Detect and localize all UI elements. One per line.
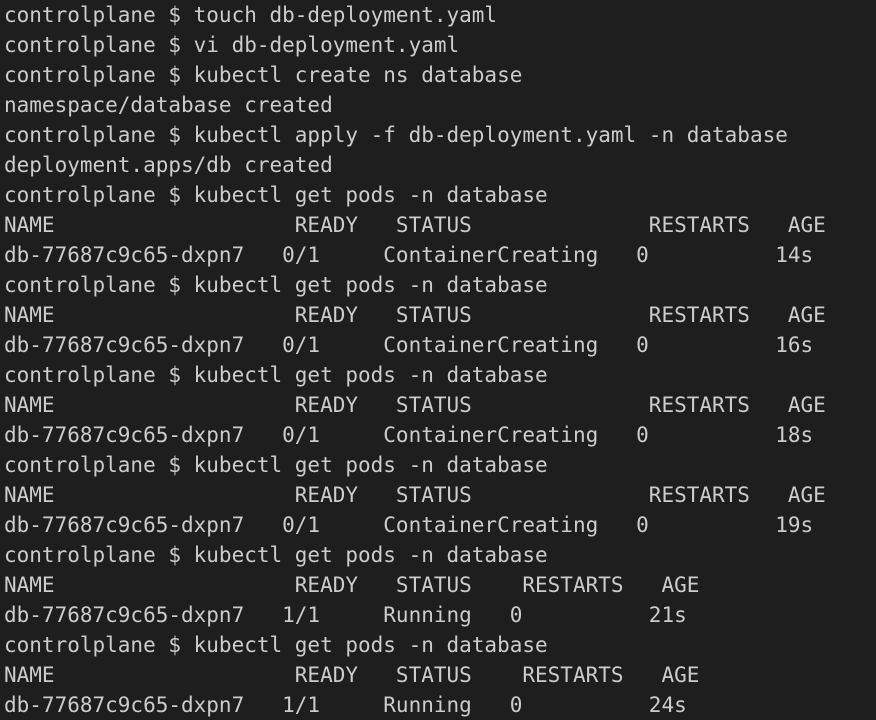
terminal-line-command: controlplane $ kubectl get pods -n datab… — [4, 273, 548, 297]
pods-table-row: db-77687c9c65-dxpn7 1/1 Running 0 21s — [4, 603, 687, 627]
pods-table-header: NAME READY STATUS RESTARTS AGE — [4, 213, 826, 237]
pods-table-header: NAME READY STATUS RESTARTS AGE — [4, 663, 700, 687]
pods-table-header: NAME READY STATUS RESTARTS AGE — [4, 303, 826, 327]
pods-table-row: db-77687c9c65-dxpn7 0/1 ContainerCreatin… — [4, 333, 814, 357]
terminal-line-command: controlplane $ touch db-deployment.yaml — [4, 3, 498, 27]
terminal-output[interactable]: controlplane $ touch db-deployment.yaml … — [0, 0, 876, 720]
pods-table-header: NAME READY STATUS RESTARTS AGE — [4, 573, 700, 597]
pods-table-row: db-77687c9c65-dxpn7 0/1 ContainerCreatin… — [4, 513, 814, 537]
terminal-line-output: deployment.apps/db created — [4, 153, 333, 177]
terminal-line-command: controlplane $ kubectl get pods -n datab… — [4, 453, 548, 477]
terminal-line-command: controlplane $ kubectl get pods -n datab… — [4, 183, 548, 207]
terminal-line-command: controlplane $ kubectl get pods -n datab… — [4, 363, 548, 387]
terminal-line-output: namespace/database created — [4, 93, 333, 117]
pods-table-row: db-77687c9c65-dxpn7 1/1 Running 0 24s — [4, 693, 687, 717]
pods-table-row: db-77687c9c65-dxpn7 0/1 ContainerCreatin… — [4, 243, 814, 267]
terminal-line-command: controlplane $ kubectl get pods -n datab… — [4, 543, 548, 567]
terminal-line-command: controlplane $ vi db-deployment.yaml — [4, 33, 460, 57]
terminal-line-command: controlplane $ kubectl apply -f db-deplo… — [4, 123, 788, 147]
terminal-line-command: controlplane $ kubectl create ns databas… — [4, 63, 523, 87]
terminal-line-command: controlplane $ kubectl get pods -n datab… — [4, 633, 548, 657]
pods-table-header: NAME READY STATUS RESTARTS AGE — [4, 483, 826, 507]
pods-table-header: NAME READY STATUS RESTARTS AGE — [4, 393, 826, 417]
pods-table-row: db-77687c9c65-dxpn7 0/1 ContainerCreatin… — [4, 423, 814, 447]
